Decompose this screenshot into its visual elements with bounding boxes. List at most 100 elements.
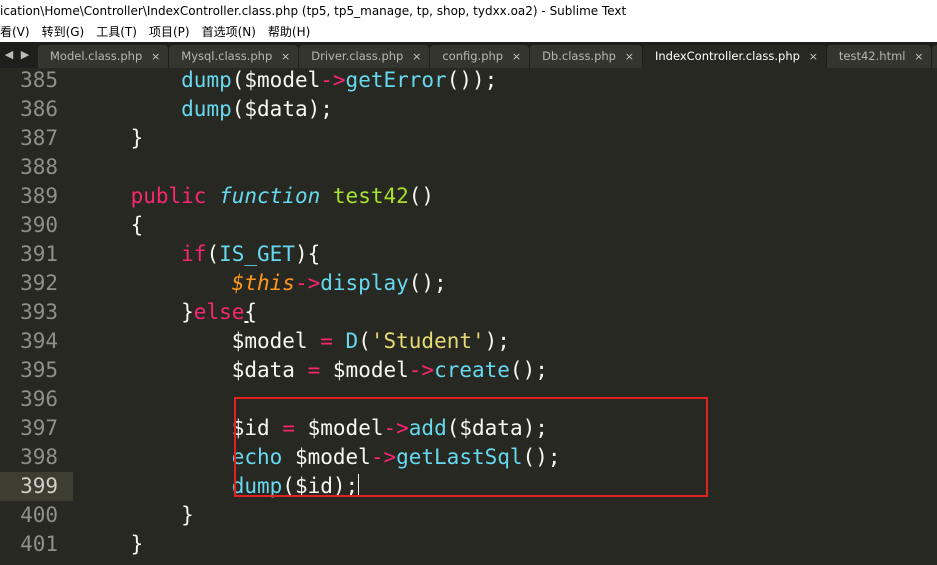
code-token: =: [307, 358, 321, 382]
code-token: =: [320, 329, 333, 353]
code-line: }: [80, 124, 144, 153]
title-bar: ication\Home\Controller\IndexController.…: [0, 0, 937, 22]
line-number: 396: [20, 387, 58, 411]
line-number: 397: [20, 416, 58, 440]
code-token: display: [320, 271, 409, 295]
close-icon[interactable]: ×: [809, 45, 818, 68]
tab-scroll-right-icon[interactable]: ▶: [18, 42, 32, 68]
close-icon[interactable]: ×: [151, 45, 160, 68]
menu-bar: 看(V) 转到(G) 工具(T) 项目(P) 首选项(N) 帮助(H): [0, 22, 937, 42]
close-icon[interactable]: ×: [914, 45, 923, 68]
line-number-gutter: 385 386 387 388 389 390 391 392 393 394 395 396 397 3…: [0, 68, 73, 565]
close-icon[interactable]: ×: [625, 45, 634, 68]
window-title: ication\Home\Controller\IndexController.…: [0, 4, 627, 18]
code-token: ->: [320, 68, 346, 92]
tab-label: test42.html: [838, 49, 906, 63]
code-editor[interactable]: 385 386 387 388 389 390 391 392 393 394 395 396 397 3…: [0, 68, 937, 565]
code-token: ();: [509, 358, 548, 382]
code-line: }else{: [80, 298, 257, 327]
file-tab[interactable]: Db.class.php ×: [530, 45, 642, 68]
code-token: $data: [231, 358, 295, 382]
file-tab[interactable]: Driver.class.php ×: [299, 45, 430, 68]
code-token: }: [80, 532, 144, 556]
code-token: $model: [231, 329, 308, 353]
code-token: IS_GET: [219, 242, 295, 266]
menu-item[interactable]: 首选项(N): [196, 22, 262, 42]
sublime-text-window: ication\Home\Controller\IndexController.…: [0, 0, 937, 565]
close-icon[interactable]: ×: [281, 45, 290, 68]
line-number: 388: [20, 155, 58, 179]
code-line: }: [80, 501, 194, 530]
tab-list: Model.class.php × Mysql.class.php × Driver.c…: [38, 45, 937, 68]
code-token: }: [80, 300, 194, 324]
file-tab[interactable]: Mysql.class.php ×: [169, 45, 299, 68]
code-token: {: [244, 300, 258, 324]
code-token: ->: [294, 271, 321, 295]
code-token: 'Student': [370, 329, 485, 353]
line-number: 401: [20, 532, 58, 556]
file-tab[interactable]: config.php ×: [430, 45, 530, 68]
file-tab[interactable]: IndexController.class.php ×: [642, 45, 826, 68]
line-number: 399: [20, 474, 58, 498]
line-number: 391: [20, 242, 58, 266]
code-token: dump: [181, 97, 232, 121]
line-number: 387: [20, 126, 58, 150]
code-line: dump($model->getError());: [80, 66, 497, 95]
line-number: 394: [20, 329, 58, 353]
code-token: (: [231, 68, 245, 92]
code-token: ();: [408, 271, 447, 295]
close-icon[interactable]: ×: [412, 45, 421, 68]
code-token: (: [231, 97, 245, 121]
file-tab[interactable]: test39.html×: [932, 45, 937, 68]
menu-item[interactable]: 工具(T): [90, 22, 143, 42]
tab-label: Mysql.class.php: [181, 49, 273, 63]
code-token: );: [484, 329, 510, 353]
menu-item[interactable]: 帮助(H): [262, 22, 316, 42]
tab-scroll-left-icon[interactable]: ◀: [2, 42, 16, 68]
code-token: ){: [294, 242, 321, 266]
code-token: $model: [244, 68, 321, 92]
code-token: $data: [244, 97, 308, 121]
code-token: );: [307, 97, 333, 121]
tab-label: Driver.class.php: [311, 49, 404, 63]
code-line: dump($data);: [80, 95, 333, 124]
menu-item[interactable]: 看(V): [0, 22, 36, 42]
code-token: if: [181, 242, 207, 266]
line-number: 398: [20, 445, 58, 469]
code-token: public: [130, 184, 207, 208]
line-number: 386: [20, 97, 58, 121]
code-token: (: [206, 242, 220, 266]
code-token: function: [219, 184, 321, 208]
code-token: ());: [446, 68, 498, 92]
code-token: else: [193, 300, 245, 324]
code-token: {: [80, 213, 144, 237]
tab-label: Model.class.php: [50, 49, 143, 63]
tab-label: config.php: [442, 49, 504, 63]
menu-item[interactable]: 项目(P): [143, 22, 196, 42]
code-line: $data = $model->create();: [80, 356, 548, 385]
code-token: (: [358, 329, 371, 353]
close-icon[interactable]: ×: [512, 45, 521, 68]
line-number: 393: [20, 300, 58, 324]
code-line: }: [80, 530, 144, 559]
file-tab[interactable]: Model.class.php ×: [38, 45, 169, 68]
tab-bar: ◀ ▶ Model.class.php × Mysql.class.php × Driv…: [0, 42, 937, 68]
line-number: 390: [20, 213, 58, 237]
code-token: $this: [231, 271, 295, 295]
file-tab[interactable]: test42.html ×: [826, 45, 932, 68]
code-line: $this->display();: [80, 269, 447, 298]
code-token: $model: [332, 358, 409, 382]
menu-item[interactable]: 转到(G): [36, 22, 91, 42]
